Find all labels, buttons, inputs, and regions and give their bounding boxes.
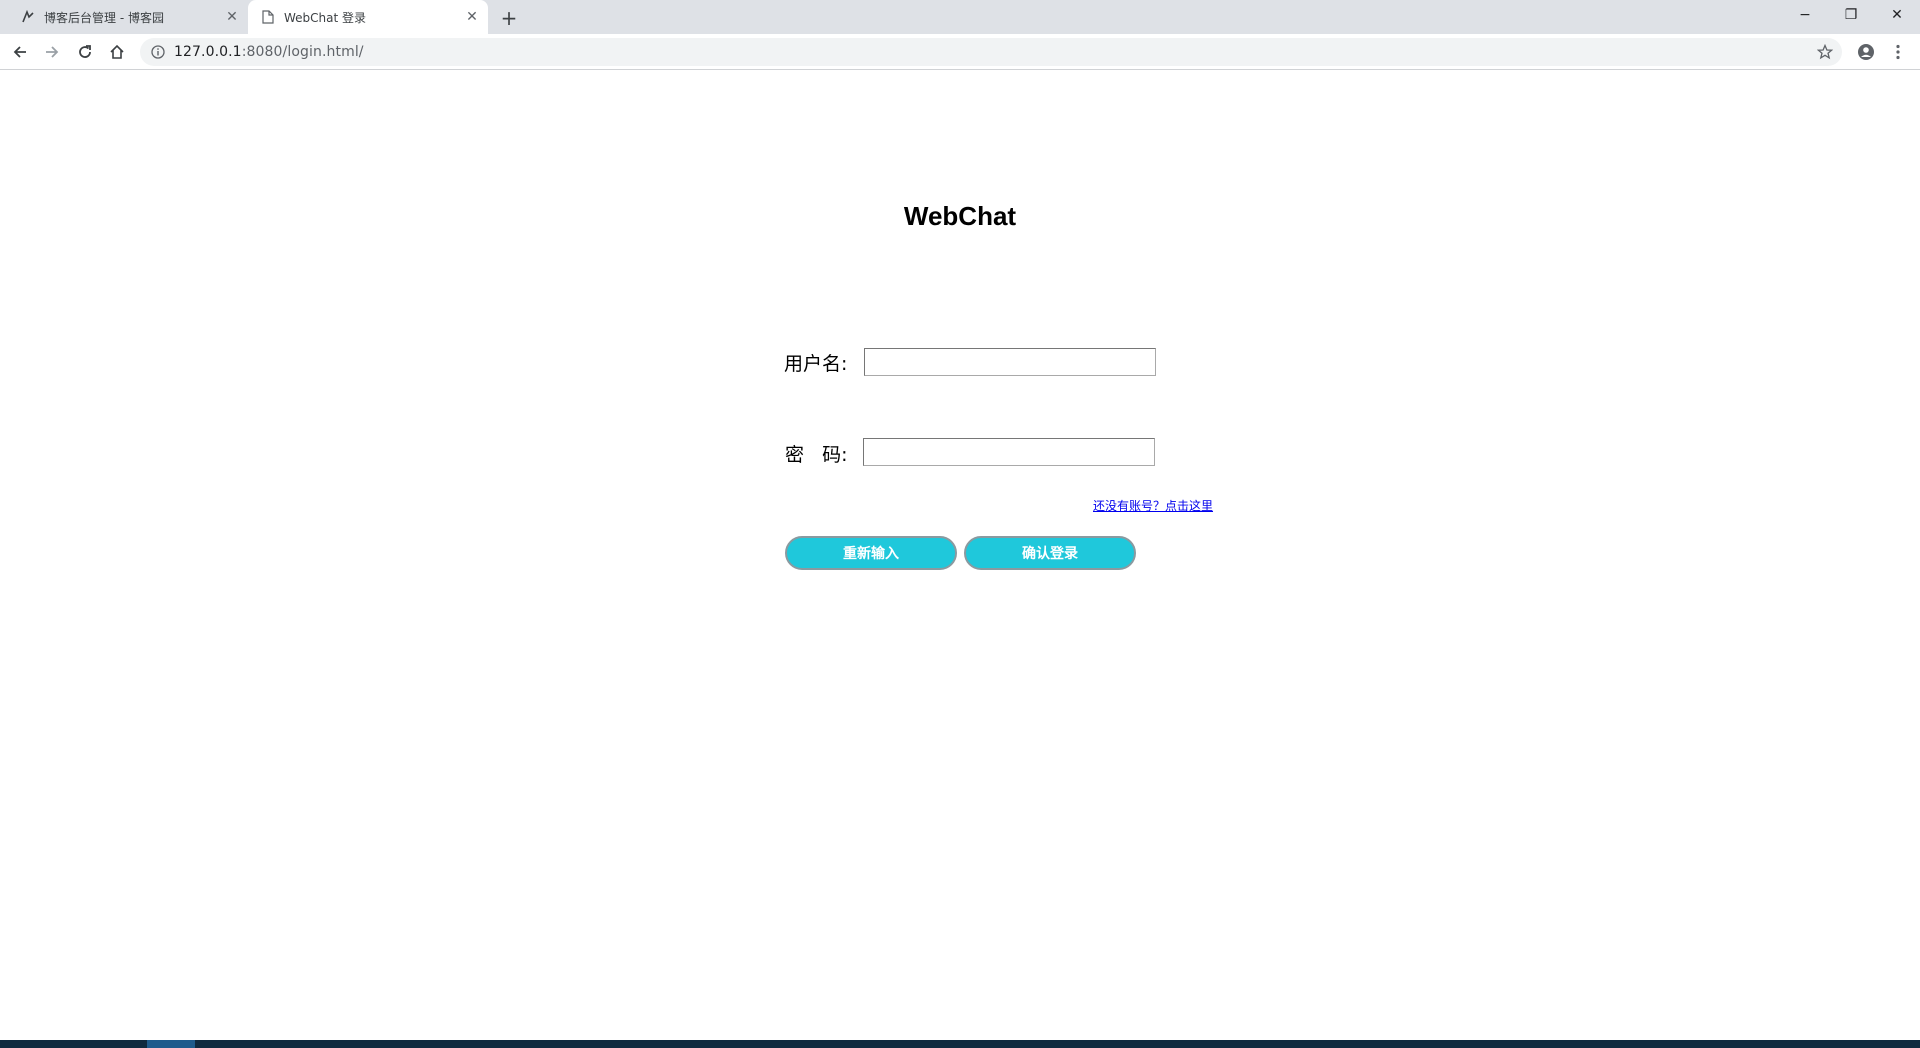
- password-input[interactable]: [863, 438, 1155, 466]
- forward-button[interactable]: [38, 38, 66, 66]
- arrow-right-icon: [46, 46, 59, 58]
- restore-button[interactable]: ❐: [1828, 0, 1874, 30]
- tab-blog-admin[interactable]: 博客后台管理 - 博客园 ✕: [8, 0, 248, 34]
- home-icon: [110, 44, 124, 59]
- home-button[interactable]: [103, 38, 131, 66]
- close-tab-icon[interactable]: ✕: [222, 7, 242, 27]
- tab-title: WebChat 登录: [284, 10, 367, 25]
- page-icon: [260, 9, 276, 25]
- os-taskbar: [0, 1040, 1920, 1048]
- tab-webchat-login[interactable]: WebChat 登录 ✕: [248, 0, 488, 34]
- register-link[interactable]: 还没有账号？点击这里: [1093, 497, 1213, 514]
- reset-button[interactable]: 重新输入: [785, 536, 957, 570]
- minimize-button[interactable]: −: [1782, 0, 1828, 30]
- page-title: WebChat: [903, 201, 1017, 231]
- url-path: :8080/login.html/: [241, 44, 364, 60]
- close-window-button[interactable]: ✕: [1874, 0, 1920, 30]
- tab-title: 博客后台管理 - 博客园: [44, 10, 164, 25]
- info-icon[interactable]: [150, 44, 166, 60]
- account-icon[interactable]: [1852, 38, 1880, 66]
- new-tab-button[interactable]: +: [496, 5, 522, 31]
- back-button[interactable]: [6, 38, 34, 66]
- url-host: 127.0.0.1: [174, 44, 242, 60]
- tab-strip: 博客后台管理 - 博客园 ✕ WebChat 登录 ✕ + − ❐ ✕: [0, 0, 1920, 34]
- bookmark-star-icon[interactable]: [1816, 43, 1834, 61]
- url-text: 127.0.0.1:8080/login.html/: [174, 44, 364, 60]
- username-input[interactable]: [864, 348, 1156, 376]
- close-tab-icon[interactable]: ✕: [462, 7, 482, 27]
- menu-kebab-icon[interactable]: [1884, 38, 1912, 66]
- taskbar-active-app[interactable]: [147, 1040, 195, 1048]
- username-label: 用户名:: [784, 353, 848, 375]
- browser-toolbar: 127.0.0.1:8080/login.html/: [0, 34, 1920, 70]
- reload-icon: [79, 45, 91, 58]
- password-label: 密 码:: [785, 444, 848, 466]
- cnblogs-icon: [20, 9, 36, 25]
- arrow-left-icon: [13, 46, 26, 58]
- page-content: WebChat 用户名: 密 码: 还没有账号？点击这里 重新输入 确认登录: [0, 71, 1920, 1040]
- reload-button[interactable]: [71, 38, 99, 66]
- login-button[interactable]: 确认登录: [964, 536, 1136, 570]
- address-bar[interactable]: 127.0.0.1:8080/login.html/: [140, 38, 1842, 66]
